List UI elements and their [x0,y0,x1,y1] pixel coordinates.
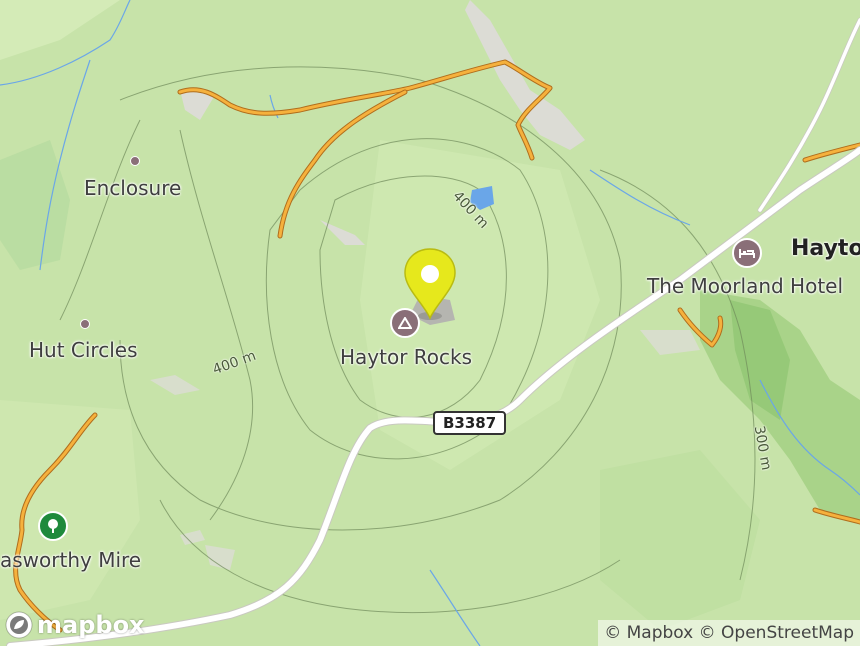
place-label-mire[interactable]: asworthy Mire [0,548,141,572]
place-label-moorland-hotel[interactable]: The Moorland Hotel [647,274,843,298]
place-label-enclosure[interactable]: Enclosure [84,176,181,200]
bed-icon[interactable] [732,238,762,268]
road-shield-b3387: B3387 [433,411,507,435]
enclosure-dot [130,156,140,166]
hut-circles-dot [80,319,90,329]
attribution[interactable]: © Mapbox © OpenStreetMap [598,620,860,646]
place-label-haytor-rocks[interactable]: Haytor Rocks [340,345,472,369]
map-canvas[interactable]: Enclosure Hut Circles Haytor Rocks Hayto… [0,0,860,646]
mapbox-logo-icon [5,611,33,639]
tree-icon[interactable] [38,511,68,541]
map-pin-icon[interactable] [403,248,457,320]
mapbox-logo[interactable]: mapbox [4,610,145,640]
place-label-haytor[interactable]: Hayto [791,236,860,261]
place-label-hut-circles[interactable]: Hut Circles [29,338,138,362]
mapbox-logo-text: mapbox [37,611,145,639]
